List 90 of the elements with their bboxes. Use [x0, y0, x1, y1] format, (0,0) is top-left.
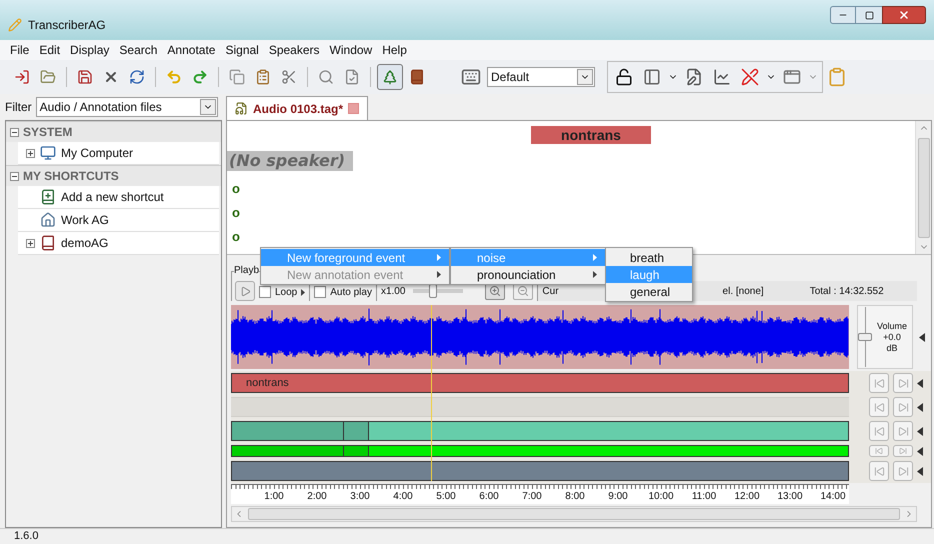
collapse-icon[interactable] [10, 172, 19, 180]
menu-item[interactable]: Display [70, 41, 110, 59]
version-label: 1.6.0 [14, 529, 38, 544]
menu-item[interactable]: Edit [39, 41, 60, 59]
collapse-arrow-icon[interactable] [917, 466, 923, 476]
skip-forward-icon [898, 402, 908, 412]
menu-item[interactable]: general [606, 283, 692, 300]
menu-item[interactable]: Signal [225, 41, 259, 59]
submenu-arrow-icon [593, 271, 597, 278]
maximize-button[interactable] [856, 6, 882, 24]
total-duration: Total : 14:32.552 [810, 284, 884, 298]
section-header[interactable]: SYSTEM [6, 121, 221, 142]
speed-slider-thumb[interactable] [429, 284, 438, 298]
segment-marker[interactable]: o [227, 204, 240, 222]
menu-item[interactable]: Search [119, 41, 158, 59]
collapse-arrow-icon[interactable] [917, 446, 923, 456]
menu-item[interactable]: Window [330, 41, 372, 59]
maximize-icon [864, 10, 874, 20]
collapse-arrow-icon[interactable] [917, 378, 923, 388]
checkbox-label: Loop [275, 286, 298, 300]
monitor-icon [40, 145, 56, 161]
close-button[interactable] [882, 6, 926, 24]
file-tab[interactable]: Audio 0103.tag* [226, 96, 368, 120]
vertical-scrollbar[interactable] [915, 121, 931, 254]
menu-item[interactable]: Speakers [268, 41, 320, 59]
expand-icon[interactable] [26, 238, 35, 248]
section-label: nontrans [531, 126, 651, 144]
menu-item[interactable]: File [10, 41, 30, 59]
skip-forward-icon [899, 447, 907, 455]
checkbox-label: Auto play [330, 286, 372, 300]
speed-value: x1.00 [380, 284, 406, 298]
audio-file-icon [235, 102, 248, 115]
cursor-label: Cur [542, 284, 559, 298]
submenu-arrow-icon [437, 271, 441, 278]
menu-item[interactable]: pronounciation [451, 266, 605, 283]
tree-item[interactable]: My Computer [18, 142, 219, 165]
waveform[interactable] [231, 305, 849, 369]
menu-item[interactable]: Help [382, 41, 407, 59]
speaker-label: (No speaker) [227, 151, 354, 171]
group-label: Playb [234, 265, 260, 277]
loop-checkbox[interactable] [259, 286, 271, 298]
collapse-arrow-icon[interactable] [919, 332, 925, 342]
tree-toggle-button[interactable] [377, 64, 403, 90]
collapse-arrow-icon[interactable] [917, 426, 923, 436]
zoom-in-icon [489, 285, 502, 297]
horizontal-scrollbar[interactable] [231, 506, 917, 522]
menu-item[interactable]: breath [606, 249, 692, 266]
skip-forward-icon [898, 378, 908, 388]
skip-back-icon [874, 402, 884, 412]
book-icon [40, 235, 56, 251]
house-icon [40, 212, 56, 228]
filter-label: Filter [5, 99, 32, 116]
volume-reading: +0.0 [883, 332, 901, 342]
close-icon [898, 9, 910, 21]
play-icon [240, 286, 250, 296]
collapse-arrow-icon[interactable] [917, 402, 923, 412]
skip-back-icon [874, 378, 884, 388]
filter-dropdown[interactable]: Audio / Annotation files [36, 97, 218, 117]
volume-unit: dB [886, 342, 898, 354]
dropdown-arrow-icon[interactable] [301, 288, 306, 296]
close-tab-icon[interactable] [348, 103, 360, 114]
skip-forward-icon [898, 466, 908, 476]
skip-back-icon [874, 426, 884, 436]
tree-item[interactable]: Add a new shortcut [18, 186, 219, 209]
skip-forward-icon [898, 426, 908, 436]
auto-play-checkbox[interactable] [314, 286, 326, 298]
layout-dropdown[interactable]: Default [487, 67, 595, 87]
submenu-arrow-icon [593, 254, 597, 261]
tree-item[interactable]: demoAG [18, 232, 219, 255]
expand-icon[interactable] [26, 148, 35, 158]
keyboard-icon [461, 67, 481, 87]
annotation-segment[interactable]: nontrans [231, 373, 849, 393]
selection-label: el. [none] [722, 284, 764, 298]
tree-icon [382, 69, 398, 85]
segment-label: nontrans [246, 376, 289, 391]
skip-back-icon [875, 447, 883, 455]
segment-marker[interactable]: o [227, 228, 240, 246]
menu-item[interactable]: Annotate [167, 41, 216, 59]
collapse-icon[interactable] [10, 128, 19, 136]
submenu-arrow-icon [437, 254, 441, 261]
volume-label: Volume [876, 320, 908, 332]
tree-item[interactable]: Work AG [18, 209, 219, 232]
section-header[interactable]: MY SHORTCUTS [6, 165, 221, 186]
volume-slider-thumb[interactable] [858, 333, 872, 341]
book-plus-icon [40, 189, 56, 205]
segment-marker[interactable]: o [227, 180, 240, 198]
play-button[interactable] [235, 281, 255, 301]
window-title: TranscriberAG [28, 17, 106, 34]
skip-back-icon [874, 466, 884, 476]
pencil-icon [8, 18, 22, 32]
